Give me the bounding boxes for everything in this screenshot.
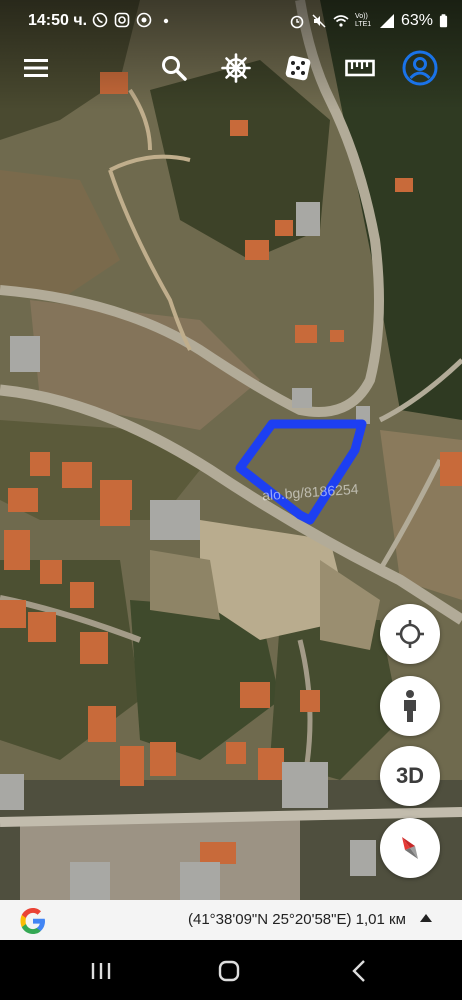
ruler-icon — [345, 59, 375, 77]
system-status: Vo)) LTE1 63% — [289, 12, 448, 30]
compass-button[interactable] — [380, 818, 440, 878]
viber-icon — [92, 12, 108, 28]
crosshair-icon — [396, 620, 424, 648]
recent-apps-icon — [91, 963, 111, 979]
menu-button[interactable] — [16, 48, 56, 88]
home-icon — [218, 960, 240, 982]
status-time: 14:50 ч. — [28, 12, 88, 29]
toggle-3d-label: 3D — [395, 763, 425, 788]
signal-icon — [379, 14, 394, 28]
wifi-icon — [333, 15, 349, 27]
street-view-button[interactable] — [380, 676, 440, 736]
pegman-icon — [404, 690, 416, 722]
back-button[interactable] — [344, 958, 374, 984]
my-location-button[interactable] — [380, 604, 440, 664]
more-dot-icon — [163, 18, 169, 24]
network-label: Vo)) LTE1 — [354, 13, 372, 28]
ship-wheel-icon — [221, 53, 251, 83]
google-logo-icon[interactable] — [18, 906, 48, 936]
search-button[interactable] — [154, 48, 194, 88]
back-icon — [352, 960, 365, 982]
measure-button[interactable] — [340, 48, 380, 88]
status-bar: 14:50 ч. Vo)) LTE1 63% — [0, 0, 462, 44]
feeling-lucky-button[interactable] — [278, 48, 318, 88]
compass-icon — [402, 837, 418, 859]
menu-icon — [24, 59, 48, 77]
expand-info-caret-icon[interactable] — [420, 914, 432, 922]
instagram-icon — [114, 12, 130, 28]
battery-level: 63% — [400, 12, 433, 29]
system-nav-bar — [0, 940, 462, 1000]
battery-icon — [439, 14, 448, 28]
coordinates-readout[interactable]: (41°38'09"N 25°20'58"E) 1,01 км — [188, 911, 406, 928]
alarm-icon — [290, 15, 304, 29]
voyager-button[interactable] — [216, 48, 256, 88]
map-toolbar — [0, 48, 462, 92]
toggle-3d-button[interactable]: 3D — [380, 746, 440, 806]
account-button[interactable] — [400, 48, 440, 88]
mute-icon — [312, 14, 326, 28]
chrome-icon — [136, 12, 152, 28]
account-icon — [402, 50, 438, 86]
notification-icons — [92, 12, 174, 28]
dice-icon — [285, 55, 311, 81]
info-bar: (41°38'09"N 25°20'58"E) 1,01 км — [0, 900, 462, 940]
home-button[interactable] — [214, 958, 244, 984]
search-icon — [162, 56, 187, 81]
recent-apps-button[interactable] — [86, 958, 116, 984]
